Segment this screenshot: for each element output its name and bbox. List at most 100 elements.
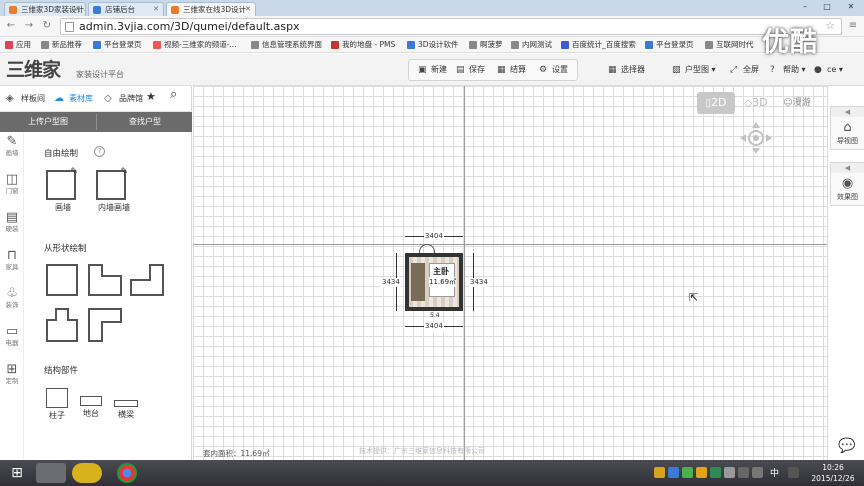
checkout-button[interactable]: ▦ 结算 (497, 63, 526, 77)
view-2d-button[interactable]: ▯2D (697, 92, 735, 114)
chevron-left-icon[interactable]: ◀ (831, 163, 864, 173)
taskbar-app-qq[interactable] (36, 463, 66, 483)
nav-decoration[interactable]: ♧ 装饰 (0, 284, 24, 318)
shape-step[interactable] (130, 264, 164, 296)
ime-indicator[interactable]: 中 (770, 466, 779, 479)
render-image-button[interactable]: ◀ ◉ 效果图 (830, 162, 864, 206)
address-bar[interactable]: admin.3vjia.com/3D/qumei/default.aspx ☆ (60, 18, 842, 35)
app-logo[interactable]: 三维家 (6, 59, 61, 81)
menu-icon[interactable]: ≡ (846, 19, 860, 33)
favorite-star-icon[interactable]: ★ (146, 91, 156, 103)
browser-tab-store-admin[interactable]: 店铺后台 ✕ (88, 2, 164, 16)
chat-bubble-icon[interactable]: 💬 (838, 438, 855, 454)
dimension-right: 3434 (469, 278, 489, 287)
find-floorplan-button[interactable]: 查找户型 (97, 112, 193, 132)
nav-custom[interactable]: ⊞ 定制 (0, 360, 24, 394)
taskbar-app-folder[interactable] (72, 463, 102, 483)
bookmark-star-icon[interactable]: ☆ (825, 19, 835, 32)
bookmark-item[interactable]: 视频-三维家的频道-... (152, 38, 237, 52)
bookmark-item[interactable]: 我的地盘 - PMS (330, 38, 395, 52)
maximize-button[interactable]: □ (816, 0, 838, 14)
navigator-view-button[interactable]: ◀ ⌂ 导视图 (830, 106, 864, 150)
settings-button[interactable]: ⚙ 设置 (539, 63, 568, 77)
tray-icon[interactable] (654, 467, 665, 478)
bookmark-item[interactable]: 互联网时代 (704, 38, 754, 52)
bookmark-item[interactable]: 啊菠萝 (468, 38, 503, 52)
start-button[interactable]: ⊞ (4, 463, 30, 483)
bookmark-item[interactable]: 信息管理系统界面 (250, 38, 322, 52)
nav-furniture[interactable]: ⊓ 家具 (0, 246, 24, 280)
bookmark-item[interactable]: 平台登录页 (92, 38, 142, 52)
browser-tab-3vjia-guide[interactable]: 三维家3D家装设计导购网 ✕ (4, 2, 86, 16)
bookmark-item[interactable]: 新品推荐 (40, 38, 82, 52)
close-icon[interactable]: ✕ (245, 3, 251, 16)
tray-icon[interactable] (724, 467, 735, 478)
floorplan-dropdown[interactable]: ▧ 户型图 ▾ (672, 63, 716, 77)
shape-t[interactable] (46, 308, 78, 342)
bookmark-item[interactable]: 3D设计软件 (406, 38, 459, 52)
column-tool[interactable]: 柱子 (44, 388, 70, 421)
close-icon[interactable]: ✕ (75, 3, 81, 16)
draw-inner-wall-tool[interactable]: ✎ 内墙画墙 (94, 167, 134, 213)
nav-doors-windows[interactable]: ◫ 门窗 (0, 170, 24, 204)
view-walkthrough-button[interactable]: ☺漫游 (777, 92, 817, 114)
shape-l-corner[interactable] (88, 308, 122, 342)
tab-material-library[interactable]: ☁ 素材库 (54, 93, 93, 105)
tab-sample-room[interactable]: ◈ 样板间 (6, 93, 45, 105)
tray-icon[interactable] (682, 467, 693, 478)
shape-square[interactable] (46, 264, 78, 296)
user-menu[interactable]: ● ce ▾ (814, 63, 843, 77)
bookmark-icon (705, 41, 713, 49)
draw-wall-tool[interactable]: ✎ 画墙 (46, 167, 80, 213)
volume-icon[interactable] (752, 467, 763, 478)
chrome-icon[interactable] (117, 463, 137, 483)
view-3d-button[interactable]: ◇3D (737, 92, 775, 114)
tray-icon[interactable] (668, 467, 679, 478)
tray-icon[interactable] (710, 467, 721, 478)
wardrobe[interactable] (411, 263, 425, 301)
shape-l-notch[interactable] (88, 264, 122, 296)
help-circle-icon[interactable]: ? (94, 146, 105, 157)
bookmark-item[interactable]: 百度统计_百度搜索 (560, 38, 636, 52)
chevron-left-icon[interactable]: ◀ (831, 107, 864, 117)
platform-tool[interactable]: 地台 (78, 396, 104, 419)
bookmark-item[interactable]: 平台登录页 (644, 38, 694, 52)
tray-icon[interactable] (696, 467, 707, 478)
search-icon[interactable]: ⌕ (170, 88, 177, 101)
room-area: 11.69㎡ (429, 277, 457, 287)
sample-room-icon: ◈ (6, 93, 14, 104)
nav-label: 门窗 (5, 187, 19, 195)
design-canvas[interactable]: ▯2D ◇3D ☺漫游 3404 3404 3434 3434 主卧 11.69… (193, 86, 827, 460)
reload-icon[interactable]: ↻ (40, 19, 54, 33)
bookmark-label: 视频-三维家的频道-... (164, 40, 237, 49)
room-master-bedroom[interactable]: 主卧 11.69㎡ (405, 253, 463, 311)
nav-label: 硬装 (5, 225, 19, 233)
url-text[interactable]: admin.3vjia.com/3D/qumei/default.aspx (79, 20, 300, 34)
close-window-button[interactable]: ✕ (840, 0, 862, 14)
mouse-cursor-icon: ⇱ (689, 291, 699, 304)
bookmark-item[interactable]: 内网测试 (510, 38, 552, 52)
upload-floorplan-button[interactable]: 上传户型图 (0, 112, 96, 132)
minimize-button[interactable]: – (794, 0, 816, 14)
network-icon[interactable] (738, 467, 749, 478)
fullscreen-button[interactable]: ⤢ 全屏 (730, 63, 759, 77)
view-mode-label: 漫游 (792, 98, 811, 108)
close-icon[interactable]: ✕ (153, 3, 159, 16)
browser-tab-3vjia-online[interactable]: 三维家在线3D设计 ✕ (166, 2, 256, 16)
tab-brand-hall[interactable]: ◇ 品牌馆 (104, 93, 143, 105)
pencil-icon: ✎ (70, 167, 78, 177)
pan-compass[interactable] (738, 120, 774, 156)
system-clock[interactable]: 10:26 2015/12/26 (806, 462, 860, 484)
back-arrow-icon[interactable]: ← (4, 19, 18, 33)
nav-appliances[interactable]: ▭ 电器 (0, 322, 24, 356)
nav-draw-wall[interactable]: ✎ 画墙 (0, 132, 24, 166)
nav-hard-decoration[interactable]: ▤ 硬装 (0, 208, 24, 242)
save-button[interactable]: ▤ 保存 (456, 63, 485, 77)
help-dropdown[interactable]: ? 帮助 ▾ (770, 63, 806, 77)
keyboard-icon[interactable] (788, 467, 799, 478)
beam-tool[interactable]: 横梁 (112, 400, 140, 420)
new-button[interactable]: ▣ 新建 (418, 63, 447, 77)
bookmark-apps[interactable]: 应用 (4, 38, 31, 52)
selector-button[interactable]: ▦ 选择器 (608, 63, 645, 77)
forward-arrow-icon[interactable]: → (22, 19, 36, 33)
